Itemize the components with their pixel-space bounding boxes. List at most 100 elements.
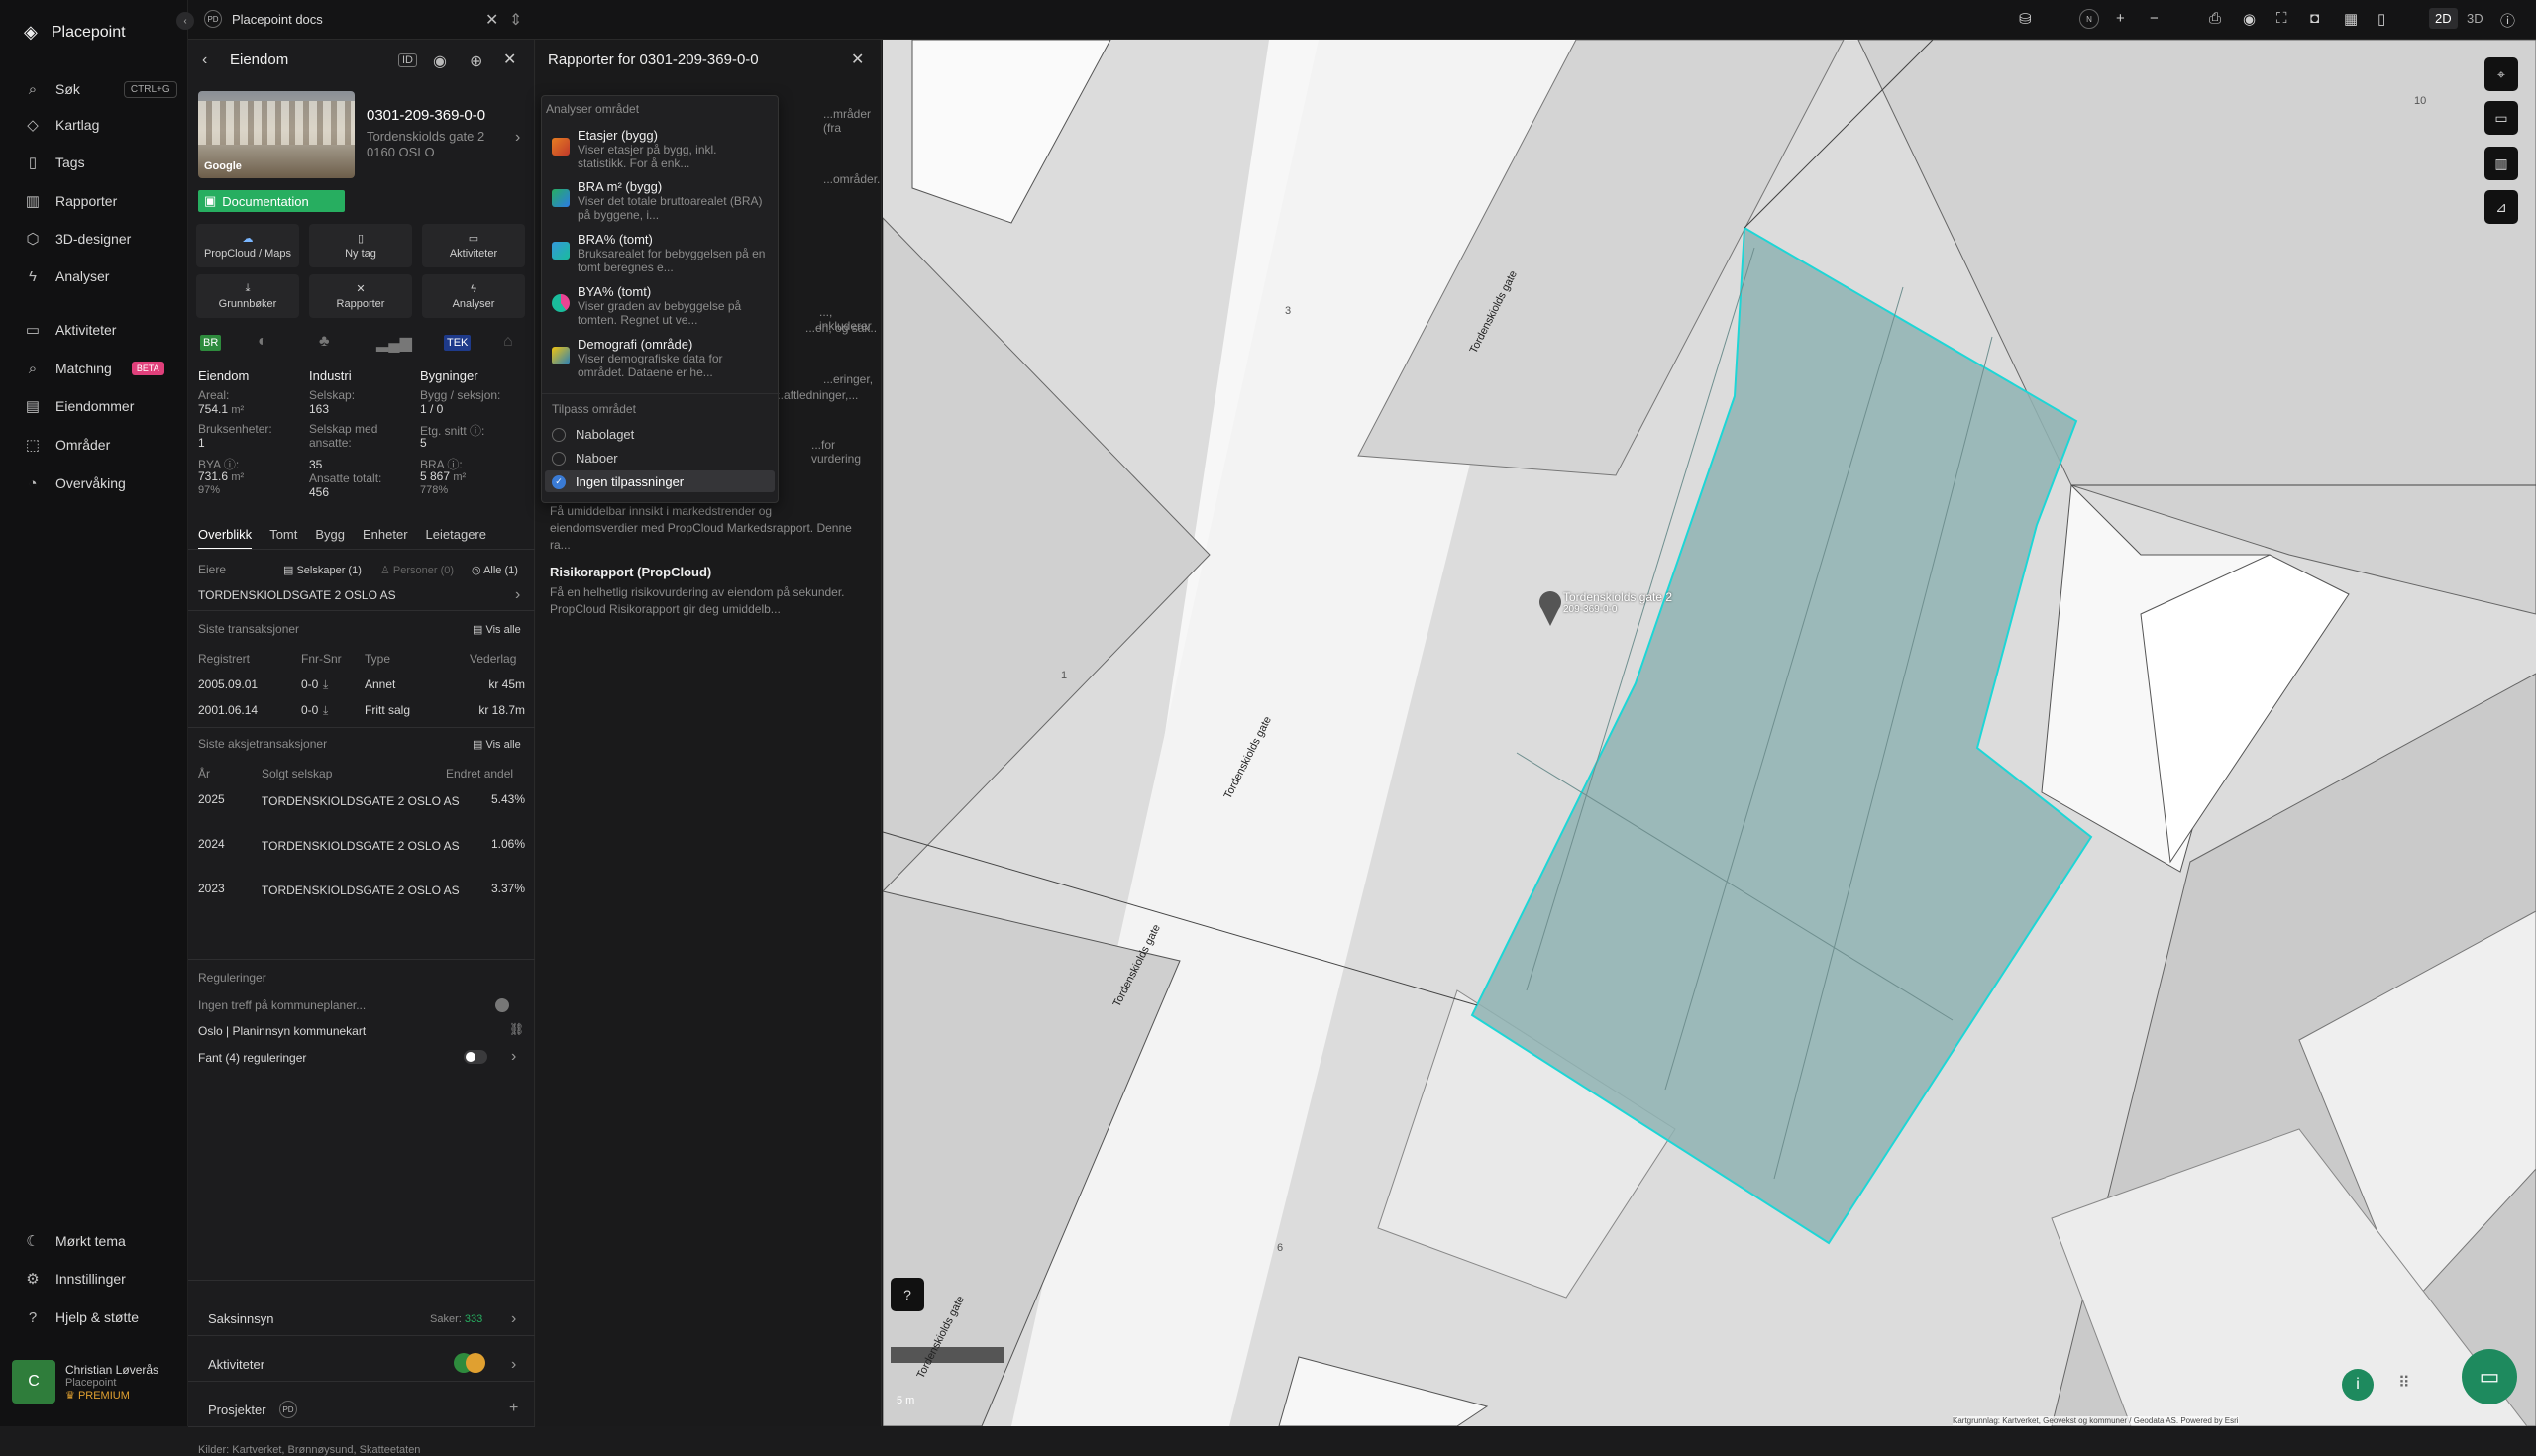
- table-row[interactable]: 2024 TORDENSKIOLDSGATE 2 OSLO AS 1.06%: [198, 837, 525, 871]
- brand[interactable]: ◈ Placepoint: [24, 22, 126, 43]
- transactions-show-all[interactable]: ▤ Vis alle: [473, 623, 521, 636]
- user-card[interactable]: C Christian Løverås Placepoint ♛ PREMIUM: [12, 1357, 176, 1406]
- nav-item-settings[interactable]: ⚙ Innstillinger: [24, 1267, 126, 1291]
- street-view-photo[interactable]: Google: [198, 91, 355, 178]
- nav-item-overvaking[interactable]: ◔ Overvåking: [24, 471, 125, 495]
- workspace-name[interactable]: Placepoint docs: [232, 12, 323, 27]
- locate-icon[interactable]: ⌖: [2484, 57, 2518, 91]
- prosjekter-section[interactable]: Prosjekter: [208, 1403, 266, 1417]
- saksinnsyn-section[interactable]: Saksinnsyn: [208, 1311, 273, 1326]
- mode-3d-button[interactable]: 3D: [2467, 11, 2483, 26]
- id-card-icon[interactable]: ID: [398, 53, 417, 67]
- chevron-right-icon[interactable]: ›: [515, 129, 520, 147]
- analyses-button[interactable]: ϟ Analyser: [422, 274, 525, 318]
- info-icon[interactable]: i: [2342, 1369, 2374, 1401]
- share-tx-show-all[interactable]: ▤ Vis alle: [473, 738, 521, 751]
- regulations-toggle[interactable]: [464, 1050, 487, 1064]
- nav-item-eiendommer[interactable]: ▤ Eiendommer: [24, 394, 134, 418]
- activities-button[interactable]: ▭ Aktiviteter: [422, 224, 525, 267]
- option-naboer[interactable]: Naboer: [552, 451, 618, 466]
- tek-icon[interactable]: TEK: [444, 335, 472, 351]
- info-icon[interactable]: ⓘ: [2500, 10, 2515, 31]
- menu-item-bra-bygg[interactable]: BRA m² (bygg) Viser det totale bruttoarea…: [552, 179, 766, 222]
- documentation-button[interactable]: ▣ Documentation: [198, 190, 345, 212]
- zoom-out-icon[interactable]: −: [2150, 10, 2159, 27]
- close-icon[interactable]: ✕: [503, 50, 516, 69]
- nav-item-rapporter[interactable]: ▥ Rapporter: [24, 189, 117, 213]
- close-icon[interactable]: ✕: [851, 50, 864, 69]
- grid-icon[interactable]: ▦: [2344, 10, 2358, 28]
- info-icon[interactable]: ⓘ: [470, 424, 481, 438]
- ruler-icon[interactable]: ⊿: [2484, 190, 2518, 224]
- tab-bygg[interactable]: Bygg: [315, 527, 345, 550]
- plus-icon[interactable]: +: [509, 1400, 518, 1417]
- chat-icon[interactable]: ▭: [2462, 1349, 2517, 1404]
- menu-item-etasjer[interactable]: Etasjer (bygg) Viser etasjer på bygg, ink…: [552, 128, 766, 170]
- download-icon[interactable]: ⤓: [323, 677, 328, 692]
- chevron-right-icon[interactable]: ›: [511, 1310, 516, 1328]
- propcloud-maps-button[interactable]: ☁ PropCloud / Maps: [196, 224, 299, 267]
- menu-item-bya-tomt[interactable]: BYA% (tomt) Viser graden av bebyggelse på…: [552, 284, 766, 327]
- layers-icon[interactable]: ⛁: [2019, 10, 2032, 28]
- collapse-nav-button[interactable]: ‹: [176, 12, 194, 30]
- tab-leietagere[interactable]: Leietagere: [426, 527, 486, 550]
- option-ingen-tilpassninger[interactable]: ✓ Ingen tilpassninger: [552, 474, 684, 489]
- source[interactable]: Brønnøysund,: [288, 1444, 357, 1456]
- camera-icon[interactable]: ◘: [2310, 10, 2319, 27]
- drag-handle-icon[interactable]: ⠿: [2398, 1373, 2410, 1393]
- print-icon[interactable]: ⎙: [2209, 10, 2221, 27]
- measure-icon[interactable]: ▭: [2484, 101, 2518, 135]
- circle-icon[interactable]: ◐: [258, 333, 267, 351]
- grunnboker-button[interactable]: ⤓ Grunnbøker: [196, 274, 299, 318]
- nav-item-kartlag[interactable]: ◇ Kartlag: [24, 113, 99, 137]
- house-icon[interactable]: ⌂: [503, 333, 513, 351]
- nav-item-help[interactable]: ? Hjelp & støtte: [24, 1305, 139, 1329]
- nav-item-omrader[interactable]: ⬚ Områder: [24, 433, 110, 457]
- regulation-found[interactable]: Fant (4) reguleringer: [198, 1051, 306, 1065]
- nav-item-aktiviteter[interactable]: ▭ Aktiviteter: [24, 318, 117, 342]
- zoom-in-icon[interactable]: +: [2116, 10, 2125, 27]
- filter-all[interactable]: ◎ Alle (1): [472, 564, 518, 576]
- eye-icon[interactable]: ◉: [2243, 10, 2256, 28]
- back-icon[interactable]: ‹: [202, 52, 207, 69]
- chevron-right-icon[interactable]: ›: [511, 1356, 516, 1374]
- table-row[interactable]: 2001.06.14 0-0 ⤓ Fritt salg kr 18.7m: [198, 703, 525, 719]
- map-canvas[interactable]: Tordenskiolds gate 2 209-369-0-0 Tordens…: [883, 40, 2536, 1426]
- download-icon[interactable]: ⤓: [323, 703, 328, 718]
- chevron-right-icon[interactable]: ›: [515, 586, 520, 604]
- nav-item-tags[interactable]: ▯ Tags: [24, 151, 85, 174]
- link-icon[interactable]: ⛓: [509, 1022, 524, 1036]
- close-icon[interactable]: ✕: [485, 10, 498, 30]
- bookmark-icon[interactable]: ▯: [2378, 10, 2385, 28]
- chevron-right-icon[interactable]: ›: [511, 1048, 516, 1066]
- nav-item-3d-designer[interactable]: ⬡ 3D-designer: [24, 227, 131, 251]
- regulation-planinnsyn[interactable]: Oslo | Planinnsyn kommunekart: [198, 1024, 366, 1038]
- hands-icon[interactable]: ♣: [319, 333, 330, 351]
- compass-button[interactable]: N: [2079, 9, 2099, 29]
- table-row[interactable]: 2005.09.01 0-0 ⤓ Annet kr 45m: [198, 677, 525, 693]
- chevron-updown-icon[interactable]: ⇕: [509, 10, 522, 30]
- tab-tomt[interactable]: Tomt: [269, 527, 297, 550]
- table-row[interactable]: 2025 TORDENSKIOLDSGATE 2 OSLO AS 5.43%: [198, 792, 525, 826]
- tab-overblikk[interactable]: Overblikk: [198, 527, 253, 550]
- new-tag-button[interactable]: ▯ Ny tag: [309, 224, 412, 267]
- source[interactable]: Kartverket,: [232, 1444, 284, 1456]
- nav-item-matching[interactable]: ⌕ Matching BETA: [24, 357, 164, 380]
- menu-item-bra-tomt[interactable]: BRA% (tomt) Bruksarealet for bebyggelsen …: [552, 232, 766, 274]
- chart-icon[interactable]: ▥: [2484, 147, 2518, 180]
- nav-item-dark-theme[interactable]: ☾ Mørkt tema: [24, 1229, 126, 1253]
- tab-enheter[interactable]: Enheter: [363, 527, 408, 550]
- nav-item-analyser[interactable]: ϟ Analyser: [24, 264, 109, 288]
- br-icon[interactable]: BR: [200, 335, 222, 351]
- aktiviteter-section[interactable]: Aktiviteter: [208, 1357, 264, 1372]
- eye-icon[interactable]: ◉: [433, 52, 447, 71]
- help-icon[interactable]: ?: [891, 1278, 924, 1311]
- fullscreen-icon[interactable]: ⛶: [2276, 10, 2287, 27]
- owner-name[interactable]: TORDENSKIOLDSGATE 2 OSLO AS: [198, 588, 396, 602]
- menu-item-demografi[interactable]: Demografi (område) Viser demografiske dat…: [552, 337, 766, 379]
- source[interactable]: Skatteetaten: [360, 1444, 421, 1456]
- mode-2d-button[interactable]: 2D: [2429, 8, 2458, 29]
- risk-report-title[interactable]: Risikorapport (PropCloud): [550, 565, 711, 579]
- filter-persons[interactable]: ♙ Personer (0): [380, 564, 454, 576]
- filter-companies[interactable]: ▤ Selskaper (1): [283, 564, 362, 576]
